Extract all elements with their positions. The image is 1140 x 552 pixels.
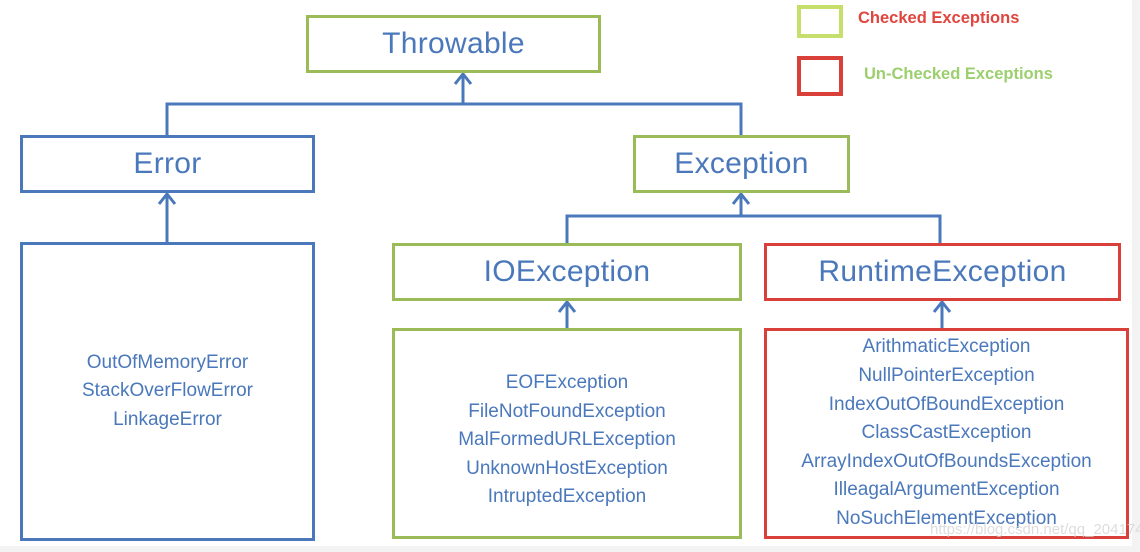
watermark: https://blog.csdn.net/qq_20417499: [930, 521, 1140, 538]
runtime-exception-item: IndexOutOfBoundException: [828, 393, 1065, 415]
node-exception: Exception: [633, 135, 850, 193]
runtime-exception-item: ClassCastException: [861, 422, 1032, 444]
legend-unchecked-swatch: [797, 56, 843, 96]
runtime-exception-item: IlleagalArgumentException: [833, 479, 1060, 501]
node-error: Error: [20, 135, 315, 193]
io-exception-item: UnknownHostException: [466, 457, 668, 479]
legend-checked-label: Checked Exceptions: [858, 9, 1020, 27]
node-exception-label: Exception: [674, 147, 809, 180]
connector-exception-children: [565, 214, 942, 243]
node-io-exception: IOException: [392, 243, 742, 301]
node-throwable: Throwable: [306, 15, 601, 73]
runtime-exceptions-list: ArithmaticException NullPointerException…: [764, 328, 1129, 539]
connector-throwable-children: [165, 102, 743, 135]
io-exception-item: FileNotFoundException: [468, 400, 666, 422]
node-io-exception-label: IOException: [483, 255, 651, 288]
error-item: StackOverFlowError: [81, 380, 254, 402]
error-item: OutOfMemoryError: [86, 351, 249, 373]
legend-checked-swatch: [797, 5, 843, 38]
runtime-exception-item: ArrayIndexOutOfBoundsException: [801, 450, 1092, 472]
diagram-canvas: Checked Exceptions Un-Checked Exceptions…: [0, 0, 1140, 546]
errors-list: OutOfMemoryError StackOverFlowError Link…: [20, 242, 315, 541]
runtime-exception-item: ArithmaticException: [862, 336, 1031, 358]
error-item: LinkageError: [113, 408, 222, 430]
node-error-label: Error: [133, 147, 202, 180]
legend-unchecked-label: Un-Checked Exceptions: [864, 65, 1053, 83]
node-throwable-label: Throwable: [382, 27, 525, 60]
io-exception-item: MalFormedURLException: [458, 429, 676, 451]
node-runtime-exception-label: RuntimeException: [818, 255, 1067, 288]
io-exceptions-list: EOFException FileNotFoundException MalFo…: [392, 328, 742, 539]
node-runtime-exception: RuntimeException: [764, 243, 1121, 301]
runtime-exception-item: NullPointerException: [858, 365, 1035, 387]
io-exception-item: EOFException: [505, 372, 629, 394]
io-exception-item: IntruptedException: [487, 486, 647, 508]
